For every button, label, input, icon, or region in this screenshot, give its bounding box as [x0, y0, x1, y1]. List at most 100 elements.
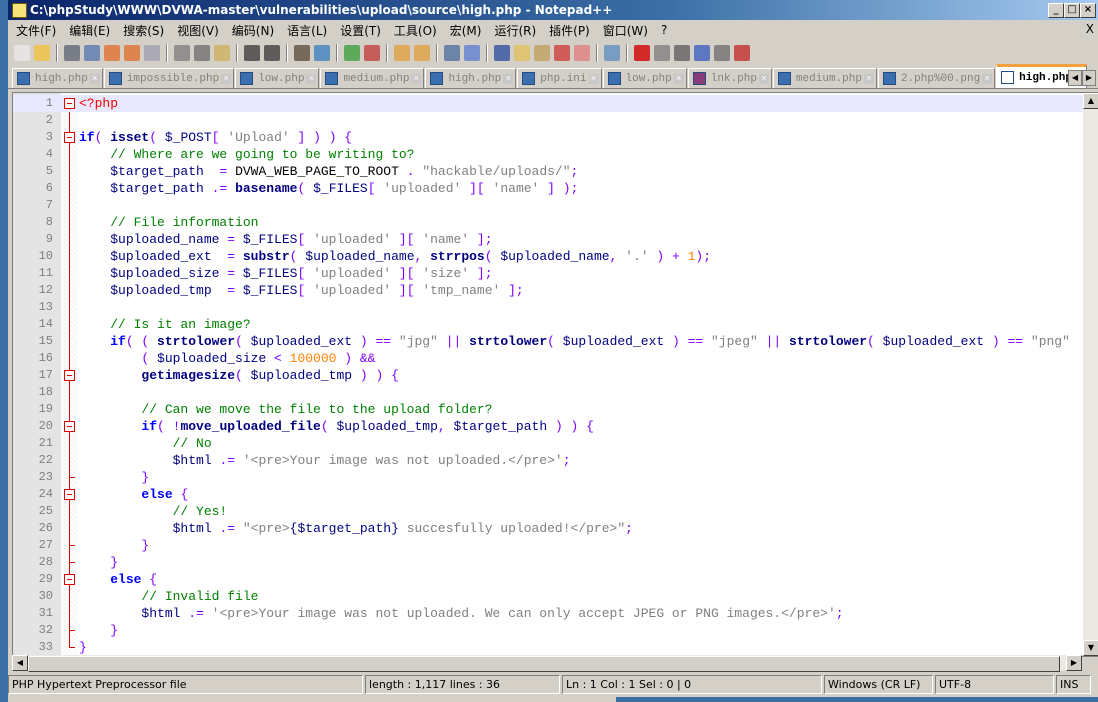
scroll-right-button[interactable]: ▶ — [1066, 655, 1082, 671]
line-number: 19 — [38, 402, 53, 416]
tab-close-icon[interactable]: × — [89, 73, 100, 84]
code-editor[interactable]: 1 <?php 2 3 if( isset( $_POST[ 'Upload' ] ) … — [12, 92, 1098, 657]
find-icon[interactable] — [294, 45, 310, 61]
menu-item[interactable]: 窗口(W) — [603, 22, 648, 39]
code-token: $uploaded_tmp — [110, 283, 212, 298]
save-all-icon[interactable] — [84, 45, 100, 61]
function-list-icon[interactable] — [554, 45, 570, 61]
monitor-icon[interactable] — [604, 45, 620, 61]
scroll-up-button[interactable]: ▲ — [1083, 93, 1098, 109]
tab-close-icon[interactable]: × — [503, 73, 514, 84]
status-eol[interactable]: Windows (CR LF) — [824, 675, 933, 694]
play-icon[interactable] — [674, 45, 690, 61]
menu-item[interactable]: 宏(M) — [450, 22, 482, 39]
copy-icon[interactable] — [194, 45, 210, 61]
horizontal-scrollbar[interactable]: ◀ ▶ — [12, 655, 1082, 672]
tab-close-icon[interactable]: × — [863, 73, 874, 84]
status-encoding[interactable]: UTF-8 — [935, 675, 1054, 694]
scroll-left-button[interactable]: ◀ — [12, 655, 28, 671]
tab-high-php[interactable]: high.php× — [12, 68, 103, 88]
print-icon[interactable] — [144, 45, 160, 61]
menu-item[interactable]: 工具(O) — [394, 22, 437, 39]
open-icon[interactable] — [34, 45, 50, 61]
zoom-in-icon[interactable] — [344, 45, 360, 61]
fold-minus-icon[interactable] — [64, 98, 75, 109]
doc-map-icon[interactable] — [534, 45, 550, 61]
wrap-icon[interactable] — [444, 45, 460, 61]
menu-item[interactable]: 插件(P) — [549, 22, 590, 39]
tab-close-icon[interactable]: × — [221, 73, 232, 84]
record-icon[interactable] — [634, 45, 650, 61]
fold-minus-icon[interactable] — [64, 132, 75, 143]
tab-close-icon[interactable]: × — [306, 73, 317, 84]
tab-close-icon[interactable]: × — [673, 73, 684, 84]
menu-item[interactable]: 语言(L) — [287, 22, 327, 39]
stop-icon[interactable] — [654, 45, 670, 61]
save-icon[interactable] — [64, 45, 80, 61]
tab-low-php[interactable]: low.php × — [235, 68, 320, 88]
tab-scroll-right-button[interactable]: ▶ — [1082, 70, 1096, 86]
indent-guide-icon[interactable] — [494, 45, 510, 61]
tab-2-php-00-png[interactable]: 2.php%00.png × — [877, 68, 996, 88]
scroll-down-button[interactable]: ▼ — [1083, 640, 1098, 656]
folder-icon[interactable] — [574, 45, 590, 61]
menu-item[interactable]: ? — [661, 23, 667, 37]
tab-low-php[interactable]: low.php × — [602, 68, 687, 88]
sync-h-icon[interactable] — [414, 45, 430, 61]
tab-scroll-left-button[interactable]: ◀ — [1068, 70, 1082, 86]
code-text: $uploaded_tmp = $_FILES[ 'uploaded' ][ '… — [79, 282, 524, 299]
tab-php-ini[interactable]: php.ini × — [517, 68, 602, 88]
undo-icon[interactable] — [244, 45, 260, 61]
fold-minus-icon[interactable] — [64, 574, 75, 585]
cut-icon[interactable] — [174, 45, 190, 61]
menu-item[interactable]: 运行(R) — [494, 22, 536, 39]
spell-check-icon[interactable] — [734, 45, 750, 61]
zoom-out-icon[interactable] — [364, 45, 380, 61]
run-multiple-icon[interactable] — [694, 45, 710, 61]
menu-item[interactable]: 编码(N) — [232, 22, 274, 39]
udl-icon[interactable] — [514, 45, 530, 61]
menu-item[interactable]: 视图(V) — [177, 22, 219, 39]
fold-minus-icon[interactable] — [64, 489, 75, 500]
replace-icon[interactable] — [314, 45, 330, 61]
tab-lnk-php[interactable]: lnk.php × — [687, 68, 772, 88]
tab-medium-php[interactable]: medium.php × — [772, 68, 877, 88]
close-document-button[interactable]: X — [1086, 22, 1094, 36]
menu-item[interactable]: 搜索(S) — [123, 22, 164, 39]
fold-minus-icon[interactable] — [64, 421, 75, 432]
tab-close-icon[interactable]: × — [411, 73, 422, 84]
tab-close-icon[interactable]: × — [758, 73, 769, 84]
fold-minus-icon[interactable] — [64, 370, 75, 381]
save-macro-icon[interactable] — [714, 45, 730, 61]
code-text: } — [79, 639, 87, 656]
menu-item[interactable]: 文件(F) — [16, 22, 56, 39]
code-line: 32 } — [13, 622, 1083, 639]
code-token: {$target_path} — [289, 521, 399, 536]
sync-v-icon[interactable] — [394, 45, 410, 61]
tab-close-icon[interactable]: × — [982, 73, 993, 84]
menu-item[interactable]: 编辑(E) — [69, 22, 110, 39]
paste-icon[interactable] — [214, 45, 230, 61]
redo-icon[interactable] — [264, 45, 280, 61]
vertical-scrollbar[interactable]: ▲ ▼ — [1083, 93, 1098, 656]
new-icon[interactable] — [14, 45, 30, 61]
show-all-icon[interactable] — [464, 45, 480, 61]
close-button[interactable]: × — [1080, 3, 1096, 18]
tab-high-php[interactable]: high.php× — [425, 68, 517, 88]
close-all-icon[interactable] — [124, 45, 140, 61]
minimize-button[interactable]: _ — [1048, 3, 1064, 18]
code-text: } — [79, 469, 149, 486]
scrollbar-thumb[interactable] — [28, 656, 1060, 672]
close-icon[interactable] — [104, 45, 120, 61]
tab-medium-php[interactable]: medium.php × — [320, 68, 425, 88]
code-line: 24 else { — [13, 486, 1083, 503]
tab-impossible-php[interactable]: impossible.php × — [103, 68, 235, 88]
maximize-button[interactable]: □ — [1064, 3, 1080, 18]
code-token: ); — [695, 249, 711, 264]
tab-close-icon[interactable]: × — [588, 73, 599, 84]
file-icon — [882, 72, 896, 85]
menu-item[interactable]: 设置(T) — [340, 22, 381, 39]
